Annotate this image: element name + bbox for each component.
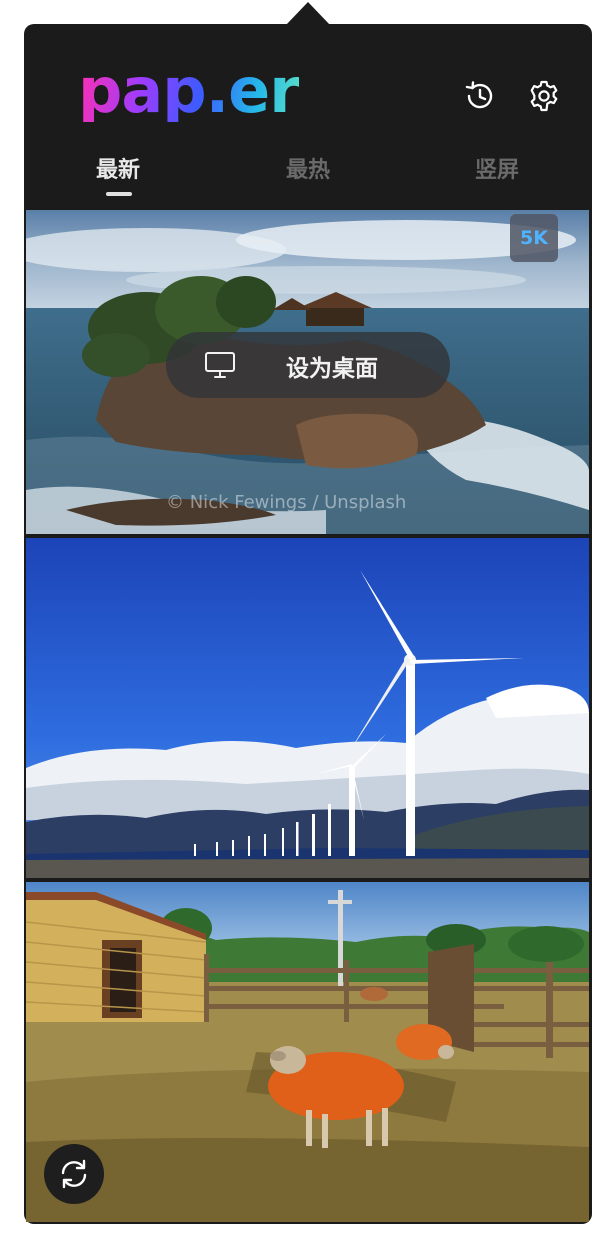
wallpaper-gallery[interactable]: . 5K 设为桌面 © Nick Fewings / Unsplash [26,210,589,1222]
history-button[interactable] [460,76,500,116]
wallpaper-image-wind-turbines [26,538,589,878]
popover-arrow [285,2,331,26]
refresh-button[interactable] [44,1144,104,1204]
monitor-icon [205,352,235,378]
wallpaper-image-farm [26,882,589,1222]
wallpaper-card[interactable] [26,538,589,878]
wallpaper-card[interactable]: . 5K 设为桌面 © Nick Fewings / Unsplash [26,210,589,534]
active-tab-indicator [106,192,132,196]
wallpaper-card[interactable] [26,882,589,1222]
set-as-desktop-label: 设为桌面 [286,356,378,382]
tab-bar: 最新 最热 竖屏 [24,146,592,208]
resolution-badge: 5K [510,214,558,262]
photo-credit: © Nick Fewings / Unsplash [166,492,407,513]
history-clock-icon [465,81,493,109]
gear-icon [530,80,558,112]
refresh-icon [61,1159,87,1189]
tab-portrait[interactable]: 竖屏 [437,152,557,184]
tab-latest[interactable]: 最新 [58,152,178,184]
settings-button[interactable] [524,76,564,116]
tab-hottest[interactable]: 最热 [248,152,368,184]
set-as-desktop-button[interactable]: 设为桌面 [166,332,450,398]
app-logo: pap.er [78,54,300,127]
